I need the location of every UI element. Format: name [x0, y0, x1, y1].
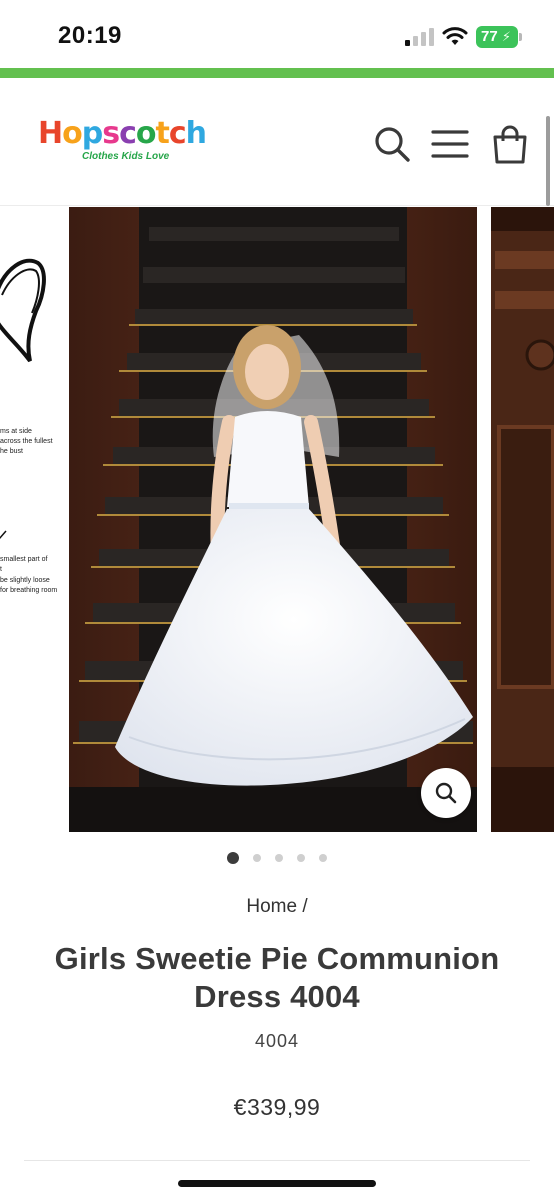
face — [245, 344, 289, 400]
gallery-pagination — [0, 852, 554, 866]
battery-cap — [519, 33, 522, 41]
logo-wordmark: Hopscotch — [38, 116, 207, 151]
search-icon[interactable] — [372, 124, 412, 164]
battery-charging-icon: 77 ⚡ — [476, 26, 518, 48]
cellular-signal-icon — [405, 28, 434, 46]
wifi-icon — [442, 27, 468, 45]
size-note: he bust — [0, 448, 23, 455]
arrow-mark-icon — [0, 530, 7, 539]
status-time: 20:19 — [58, 22, 122, 49]
page-load-bar — [0, 68, 554, 78]
battery-level: 77 — [481, 28, 498, 45]
shopping-bag-icon[interactable] — [490, 124, 530, 164]
product-price: €339,99 — [233, 1094, 321, 1120]
gallery-slide-size-guide[interactable]: ms at side across the fullest he bust sm… — [0, 207, 62, 832]
home-indicator[interactable] — [178, 1180, 376, 1187]
hopscotch-logo[interactable]: Hopscotch Clothes Kids Love — [38, 116, 207, 174]
size-note: for breathing room — [0, 587, 58, 594]
zoom-icon — [435, 782, 457, 804]
gallery-dot[interactable] — [319, 854, 327, 862]
gallery-dot[interactable] — [275, 854, 283, 862]
breadcrumb-home-link[interactable]: Home / — [246, 896, 307, 917]
heart-doodle-icon — [0, 258, 46, 363]
gallery-dot[interactable] — [227, 852, 239, 864]
product-title: Girls Sweetie Pie Communion Dress 4004 — [54, 941, 500, 1014]
size-note: ms at side — [0, 428, 32, 435]
page-scrollbar[interactable] — [546, 116, 550, 206]
gallery-dot[interactable] — [253, 854, 261, 862]
divider — [24, 1160, 530, 1161]
product-sku: 4004 — [254, 1031, 300, 1051]
status-bar: 20:19 77 ⚡ — [0, 0, 554, 68]
logo-tagline: Clothes Kids Love — [82, 151, 170, 162]
product-gallery[interactable]: ms at side across the fullest he bust sm… — [0, 207, 554, 832]
gallery-slide-next[interactable] — [491, 207, 554, 832]
communion-dress-photo — [69, 207, 477, 832]
menu-icon[interactable] — [430, 124, 470, 164]
breadcrumb[interactable]: Home / — [0, 896, 554, 918]
size-note: smallest part of — [0, 556, 48, 563]
wood-paneling-photo — [491, 207, 554, 832]
zoom-button[interactable] — [421, 768, 471, 818]
size-note: across the fullest — [0, 438, 53, 445]
dress-bodice — [227, 411, 309, 507]
gallery-slide-main-photo[interactable] — [69, 207, 477, 832]
size-note: be slightly loose — [0, 577, 50, 584]
size-note: t — [0, 566, 2, 573]
gallery-dot[interactable] — [297, 854, 305, 862]
site-header: Hopscotch Clothes Kids Love — [0, 78, 554, 206]
